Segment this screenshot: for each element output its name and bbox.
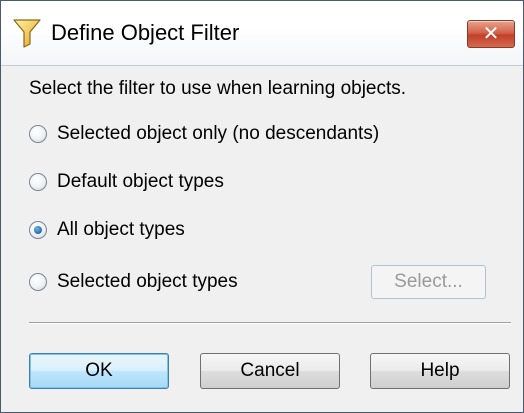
select-types-button[interactable]: Select... <box>371 265 486 299</box>
ok-button[interactable]: OK <box>29 353 169 389</box>
close-button[interactable]: ✕ <box>467 20 515 48</box>
radio-default-object-types[interactable]: Default object types <box>29 168 224 196</box>
radio-button[interactable] <box>29 125 47 143</box>
funnel-filter-icon <box>13 18 41 48</box>
instruction-text: Select the filter to use when learning o… <box>29 78 407 99</box>
help-button[interactable]: Help <box>370 353 510 389</box>
radio-label: Default object types <box>57 171 224 192</box>
radio-label: Selected object only (no descendants) <box>57 123 380 144</box>
radio-label: Selected object types <box>57 271 238 292</box>
radio-all-object-types[interactable]: All object types <box>29 216 185 244</box>
radio-button-checked[interactable] <box>29 221 47 239</box>
radio-button[interactable] <box>29 173 47 191</box>
radio-label: All object types <box>57 219 185 240</box>
close-icon: ✕ <box>482 21 500 45</box>
dialog-body: Select the filter to use when learning o… <box>1 66 523 412</box>
title-bar: Define Object Filter ✕ <box>1 1 523 66</box>
separator <box>29 322 511 324</box>
dialog-title: Define Object Filter <box>51 20 240 45</box>
radio-selected-object-only[interactable]: Selected object only (no descendants) <box>29 120 379 148</box>
radio-selected-object-types[interactable]: Selected object types <box>29 268 238 296</box>
cancel-button[interactable]: Cancel <box>200 353 340 389</box>
define-object-filter-dialog: Define Object Filter ✕ Select the filter… <box>0 0 524 413</box>
radio-button[interactable] <box>29 273 47 291</box>
